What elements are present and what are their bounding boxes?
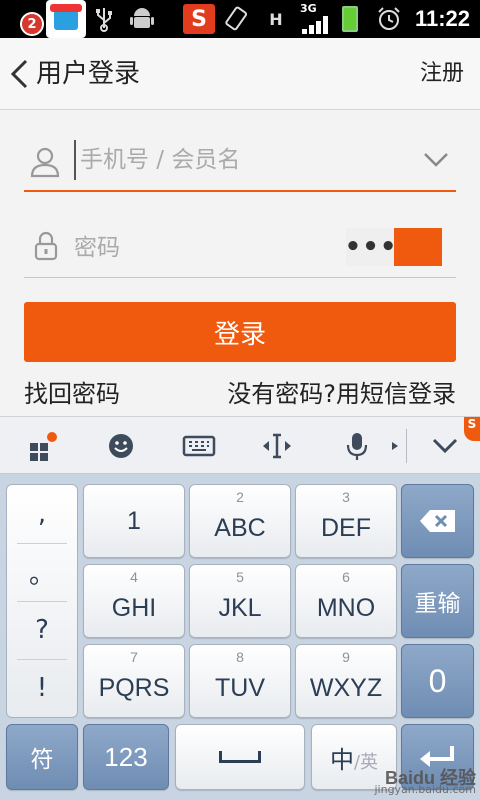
android-debug-icon [128, 4, 156, 34]
key-0[interactable]: 0 [401, 644, 474, 718]
app-store-icon [46, 0, 86, 38]
reenter-key[interactable]: 重输 [401, 564, 474, 638]
sms-login-link[interactable]: 没有密码?用短信登录 [227, 374, 456, 409]
lock-icon [34, 231, 58, 261]
cursor-move-icon[interactable] [260, 429, 294, 463]
ime-main-label: 中 [329, 745, 354, 774]
password-field: ••• [24, 222, 456, 278]
emoji-icon[interactable] [104, 429, 138, 463]
key-number: 7 [130, 649, 138, 665]
username-field [24, 130, 456, 192]
collapse-keyboard-icon[interactable] [428, 429, 462, 463]
status-bar: 2 S H 3G 11:22 [0, 0, 480, 38]
back-arrow-icon[interactable] [8, 58, 30, 90]
key-7[interactable]: 7 PQRS [83, 644, 185, 718]
key-label: ABC [214, 513, 266, 542]
key-label: GHI [111, 593, 157, 622]
key-6[interactable]: 6 MNO [295, 564, 397, 638]
network-type: 3G [300, 2, 317, 15]
usb-icon [92, 4, 116, 34]
punct-key-comma[interactable]: , [7, 485, 77, 543]
sogou-input-icon: S [183, 4, 215, 34]
punct-key-exclaim[interactable]: ! [7, 659, 77, 717]
watermark: Baidu 经验 jingyan.baidu.com [374, 769, 476, 796]
key-label: DEF [321, 513, 371, 542]
key-number: 9 [342, 649, 350, 665]
password-visibility-toggle[interactable] [394, 228, 442, 266]
user-icon [30, 147, 60, 178]
notification-badge: 2 [20, 12, 44, 36]
keyboard-toolbar: S [0, 416, 480, 474]
password-visibility-indicator[interactable]: ••• [345, 228, 396, 266]
battery-icon [342, 6, 358, 32]
password-input[interactable] [74, 228, 334, 268]
space-icon [219, 751, 261, 763]
key-number: 2 [236, 489, 244, 505]
page-title: 用户登录 [36, 59, 141, 89]
key-number: 6 [342, 569, 350, 585]
t9-keyboard: , 。 ? ! 1 2 ABC 3 DEF 4 GHI 5 JKL 6 MNO … [0, 474, 480, 800]
key-5[interactable]: 5 JKL [189, 564, 291, 638]
menu-grid-icon[interactable] [26, 429, 60, 463]
key-number: 8 [236, 649, 244, 665]
microphone-icon[interactable] [340, 429, 374, 463]
enter-icon [419, 746, 454, 767]
username-input[interactable] [74, 140, 404, 180]
chevron-down-icon[interactable] [422, 150, 450, 170]
key-label: WXYZ [309, 673, 383, 702]
punct-key-period[interactable]: 。 [7, 543, 77, 601]
backspace-icon [419, 510, 455, 532]
forgot-password-link[interactable]: 找回密码 [24, 374, 120, 409]
key-number: 3 [342, 489, 350, 505]
watermark-url: jingyan.baidu.com [374, 783, 476, 796]
key-label: JKL [218, 593, 262, 622]
punctuation-column: , 。 ? ! [6, 484, 78, 718]
punct-key-question[interactable]: ? [7, 601, 77, 659]
key-3[interactable]: 3 DEF [295, 484, 397, 558]
key-label: PQRS [98, 673, 170, 702]
login-button[interactable]: 登录 [24, 302, 456, 362]
key-label: 123 [104, 741, 148, 772]
key-4[interactable]: 4 GHI [83, 564, 185, 638]
numbers-key[interactable]: 123 [83, 724, 169, 790]
key-9[interactable]: 9 WXYZ [295, 644, 397, 718]
symbols-key[interactable]: 符 [6, 724, 78, 790]
clock: 11:22 [414, 6, 470, 31]
alarm-icon [374, 4, 404, 34]
key-label: TUV [215, 673, 265, 702]
key-8[interactable]: 8 TUV [189, 644, 291, 718]
key-number: 5 [236, 569, 244, 585]
key-label: 符 [30, 747, 54, 773]
toolbar-divider [406, 429, 407, 463]
login-options: 找回密码 没有密码?用短信登录 [24, 372, 456, 414]
signal-icon [302, 16, 328, 34]
keyboard-icon[interactable] [182, 429, 216, 463]
triangle-right-icon [392, 442, 398, 450]
key-1[interactable]: 1 [83, 484, 185, 558]
ime-sub-label: /英 [353, 751, 379, 773]
register-link[interactable]: 注册 [420, 38, 464, 110]
ime-label: 中/英 [330, 740, 378, 775]
key-2[interactable]: 2 ABC [189, 484, 291, 558]
key-label: 重输 [414, 591, 461, 617]
screen-rotation-icon [222, 4, 252, 34]
key-label: 1 [127, 506, 141, 535]
hspa-icon: H [269, 9, 283, 29]
space-key[interactable] [175, 724, 305, 790]
key-number: 4 [130, 569, 138, 585]
backspace-key[interactable] [401, 484, 474, 558]
key-label: 0 [428, 662, 447, 699]
sogou-logo-icon: S [464, 417, 480, 441]
key-label: MNO [316, 593, 376, 622]
app-header: 用户登录 注册 [0, 38, 480, 110]
